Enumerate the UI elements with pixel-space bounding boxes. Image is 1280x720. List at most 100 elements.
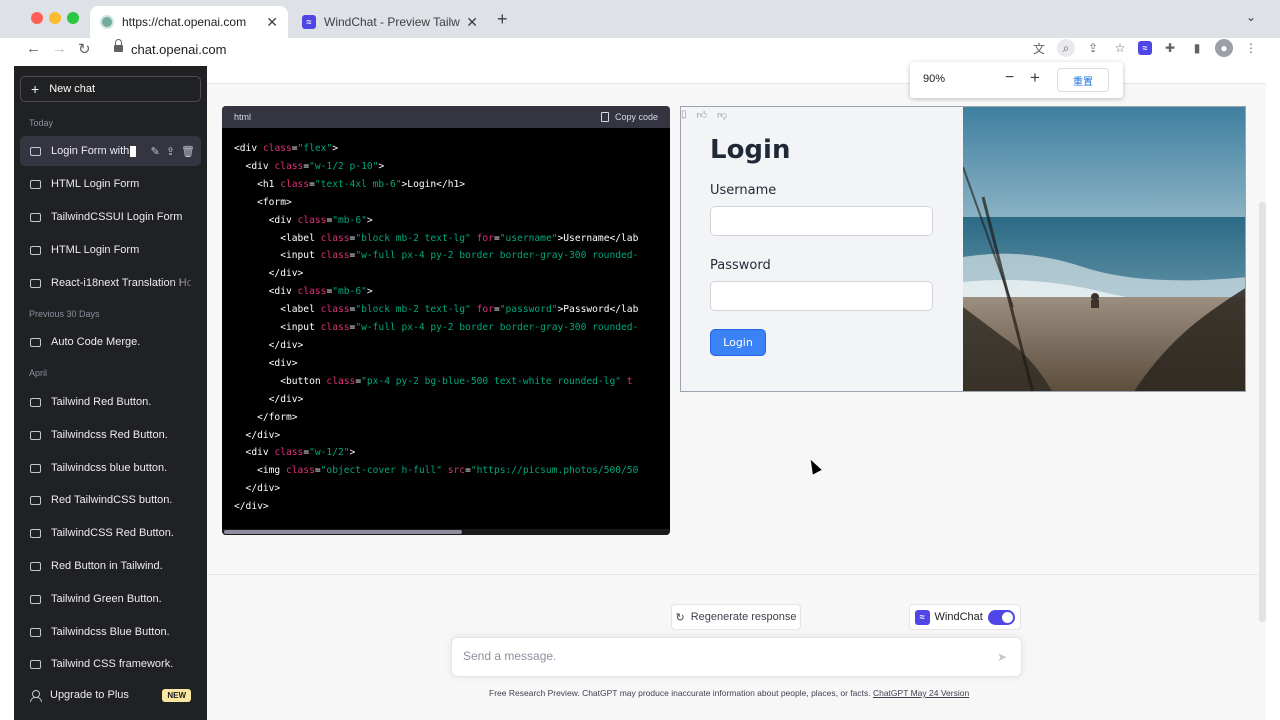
beach-photo — [963, 107, 1245, 391]
sidebar-item-label: HTML Login Form — [51, 244, 140, 256]
copy-icon[interactable]: ▯ — [681, 109, 687, 121]
clipboard-icon — [600, 112, 609, 122]
side-panel-icon[interactable]: ▮ — [1188, 39, 1206, 57]
tab-search-chevron-icon[interactable]: ⌄ — [1246, 10, 1256, 24]
sidebar-item-label: Tailwind Green Button. — [51, 593, 162, 605]
sidebar-item[interactable]: Tailwindcss Red Button. — [20, 420, 201, 450]
lock-icon[interactable] — [114, 39, 123, 53]
chat-bubble-icon — [30, 337, 41, 347]
share-icon[interactable]: ⇪ — [1084, 39, 1102, 57]
code-horizontal-scrollbar[interactable] — [222, 529, 670, 535]
reload-icon[interactable]: ↻ — [78, 40, 91, 58]
profile-avatar-icon[interactable]: ● — [1215, 39, 1233, 57]
copy-code-button[interactable]: Copy code — [600, 112, 658, 122]
extensions-puzzle-icon[interactable]: ✚ — [1161, 39, 1179, 57]
translate-icon[interactable]: 文 — [1030, 39, 1048, 57]
zoom-out-button[interactable]: − — [1005, 69, 1014, 87]
chat-bubble-icon — [30, 561, 41, 571]
divider — [207, 574, 1266, 575]
tab-title: https://chat.openai.com — [122, 15, 247, 29]
new-tab-button[interactable]: + — [497, 9, 508, 30]
sidebar-item-label: Tailwindcss Red Button. — [51, 429, 168, 441]
chat-bubble-icon — [30, 212, 41, 222]
sidebar-item[interactable]: Tailwind Green Button. — [20, 584, 201, 614]
code-language: html — [234, 112, 252, 122]
sidebar-item[interactable]: HTML Login Form — [20, 169, 201, 199]
sidebar-item[interactable]: Red TailwindCSS button. — [20, 485, 201, 515]
username-input[interactable] — [710, 206, 933, 236]
sidebar-item[interactable]: TailwindCSSUI Login Form — [20, 202, 201, 232]
window-maximize-button[interactable] — [67, 12, 79, 24]
sidebar-item[interactable]: Tailwindcss Blue Button. — [20, 617, 201, 647]
sidebar-item[interactable]: Tailwind CSS framework. — [20, 649, 201, 679]
send-icon[interactable]: ➤ — [997, 650, 1007, 664]
address-bar[interactable]: chat.openai.com — [131, 42, 226, 57]
edit-pencil-icon[interactable]: ✎ — [151, 145, 160, 158]
sidebar-item[interactable]: HTML Login Form — [20, 235, 201, 265]
bookmark-star-icon[interactable]: ☆ — [1111, 39, 1129, 57]
forward-arrow-icon[interactable]: → — [52, 40, 67, 57]
chat-bubble-icon — [30, 627, 41, 637]
zoom-in-button[interactable]: + — [1030, 68, 1040, 88]
chat-bubble-icon — [30, 245, 41, 255]
regenerate-response-button[interactable]: ↻ Regenerate response — [671, 604, 801, 630]
browser-tab-bar: https://chat.openai.com ✕ ≈ WindChat - P… — [0, 0, 1280, 38]
openai-icon — [100, 15, 114, 29]
sidebar-item[interactable]: React-i18next Translation Hoo — [20, 268, 201, 298]
message-composer: ➤ — [451, 637, 1022, 677]
code-content[interactable]: <div class="flex"> <div class="w-1/2 p-1… — [222, 128, 670, 516]
new-chat-button[interactable]: + New chat — [20, 76, 201, 102]
window-close-button[interactable] — [31, 12, 43, 24]
sidebar-item-label: TailwindCSS Red Button. — [51, 527, 174, 539]
sidebar-item-label: Tailwindcss Blue Button. — [51, 626, 170, 638]
sidebar-item[interactable]: Auto Code Merge. — [20, 327, 201, 357]
new-badge: NEW — [162, 688, 191, 702]
windchat-preview: ▯ 👍︎ 👎︎ Login Username Password Login — [680, 106, 1246, 392]
windchat-extension-icon[interactable]: ≈ — [1138, 41, 1152, 55]
back-arrow-icon[interactable]: ← — [26, 40, 41, 57]
sidebar-item[interactable]: Tailwind Red Button. — [20, 387, 201, 417]
password-input[interactable] — [710, 281, 933, 311]
windchat-toggle[interactable] — [987, 609, 1015, 625]
thumbs-up-icon[interactable]: 👍︎ — [697, 109, 707, 121]
sidebar-item-label: React-i18next Translation Hoo — [51, 277, 191, 289]
zoom-popup: 90% − + 重置 — [910, 62, 1123, 98]
sidebar-item-label: Auto Code Merge. — [51, 336, 141, 348]
page-scrollbar[interactable] — [1259, 202, 1266, 622]
tab-title: WindChat - Preview Tailwindcss — [324, 15, 460, 29]
chat-bubble-icon — [30, 278, 41, 288]
kebab-menu-icon[interactable]: ⋮ — [1242, 39, 1260, 57]
code-block: html Copy code <div class="flex"> <div c… — [222, 106, 670, 535]
chat-bubble-icon — [30, 146, 41, 156]
login-button[interactable]: Login — [710, 329, 766, 356]
thumbs-down-icon[interactable]: 👎︎ — [717, 109, 727, 121]
upgrade-to-plus-button[interactable]: Upgrade to Plus NEW — [20, 680, 201, 710]
footer-text: Free Research Preview. ChatGPT may produ… — [489, 688, 871, 698]
window-minimize-button[interactable] — [49, 12, 61, 24]
tab-close-icon[interactable]: ✕ — [466, 14, 478, 31]
sidebar-item-active[interactable]: Login Form with ✎ ⇪ 🗑︎ — [20, 136, 201, 166]
tab-close-icon[interactable]: ✕ — [266, 14, 278, 31]
zoom-icon[interactable]: ⌕ — [1057, 39, 1075, 57]
chat-bubble-icon — [30, 430, 41, 440]
tab-windchat[interactable]: ≈ WindChat - Preview Tailwindcss ✕ — [292, 6, 488, 38]
tab-chatgpt[interactable]: https://chat.openai.com ✕ — [90, 6, 288, 38]
user-icon — [30, 689, 42, 702]
upgrade-label: Upgrade to Plus — [50, 689, 129, 701]
share-icon[interactable]: ⇪ — [166, 145, 175, 158]
message-input[interactable] — [463, 649, 983, 663]
chat-bubble-icon — [30, 463, 41, 473]
zoom-reset-button[interactable]: 重置 — [1057, 68, 1109, 92]
sidebar-item[interactable]: TailwindCSS Red Button. — [20, 518, 201, 548]
password-label: Password — [710, 258, 771, 273]
section-previous-30-days: Previous 30 Days — [29, 309, 100, 319]
version-link[interactable]: ChatGPT May 24 Version — [873, 688, 969, 698]
sidebar-item-label: HTML Login Form — [51, 178, 140, 190]
sidebar-item[interactable]: Red Button in Tailwind. — [20, 551, 201, 581]
sidebar: + New chat Today Login Form with ✎ ⇪ 🗑︎ … — [14, 66, 207, 720]
section-today: Today — [29, 118, 54, 128]
login-form: Login Username Password Login — [710, 135, 934, 356]
trash-icon[interactable]: 🗑︎ — [181, 145, 195, 158]
sidebar-item-label: Tailwind Red Button. — [51, 396, 152, 408]
sidebar-item[interactable]: Tailwindcss blue button. — [20, 453, 201, 483]
